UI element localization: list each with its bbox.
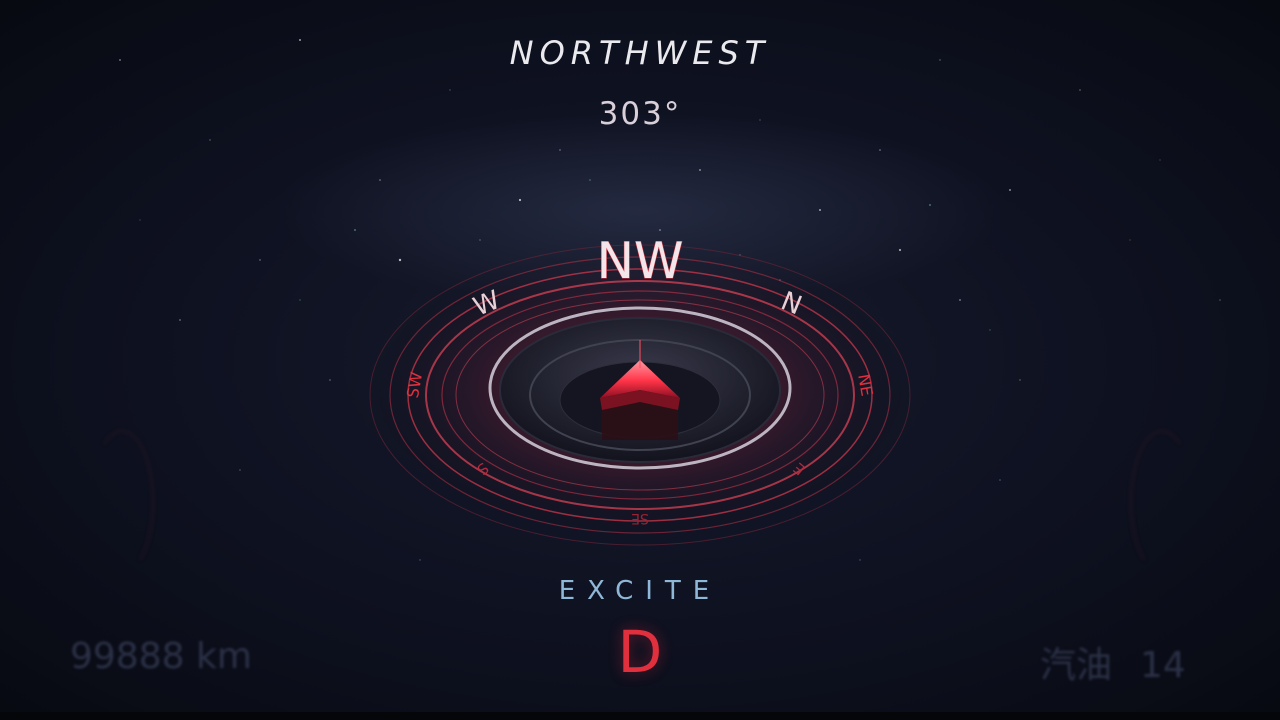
drive-mode: EXCITE <box>558 576 722 606</box>
left-gauge-arc <box>90 430 154 574</box>
fuel-value: 14 <box>1140 645 1186 686</box>
instrument-cluster: NORTHWEST 303° NW W N SW NE S E SE EXCIT… <box>0 0 1280 720</box>
compass-dial: NW W N SW NE S E SE <box>360 232 920 546</box>
fuel-label: 汽油 <box>1040 645 1113 686</box>
right-gauge-arc <box>1130 430 1194 574</box>
compass-label-primary: NW <box>597 232 684 290</box>
compass-label-ne: NE <box>854 373 877 398</box>
bottom-edge <box>0 712 1280 720</box>
heading-direction-name: NORTHWEST <box>509 34 771 72</box>
odometer-readout: 99888 km <box>70 636 252 677</box>
compass-label-se: SE <box>631 510 649 526</box>
heading-bearing: 303° <box>598 96 682 132</box>
fuel-readout: 汽油 14 <box>1040 636 1214 688</box>
